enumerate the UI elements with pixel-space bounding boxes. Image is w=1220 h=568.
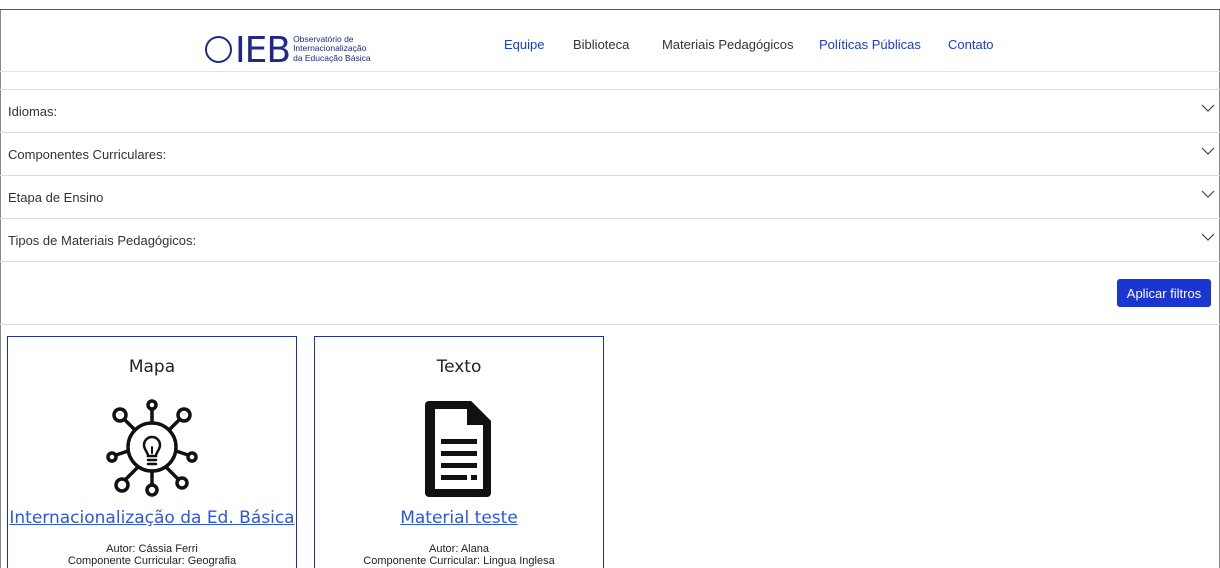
logo-text-line3: da Educação Básica [293,52,371,63]
filter-label: Componentes Curriculares: [8,147,167,162]
card-author: Autor: Cássia Ferri [106,543,198,555]
results-divider [0,324,1220,325]
site-header: IEB Observatório de Internacionalização … [0,10,1220,72]
filter-idiomas[interactable]: Idiomas: [0,89,1220,132]
document-icon [425,401,491,497]
filter-label: Idiomas: [8,104,58,119]
card-author: Autor: Alana [429,543,489,555]
nav-politicas-publicas[interactable]: Políticas Públicas [819,37,921,52]
nav-contato[interactable]: Contato [948,37,994,52]
top-edge [0,0,1220,10]
filter-tipos-de-materiais[interactable]: Tipos de Materiais Pedagógicos: [0,218,1220,261]
card-meta: Autor: Cássia Ferri Componente Curricula… [8,543,296,567]
material-title-link[interactable]: Internacionalização da Ed. Básica [8,508,296,528]
chevron-down-icon [1201,233,1215,241]
card-component: Componente Curricular: Geografia [67,555,237,567]
nav-materiais-pedagogicos[interactable]: Materiais Pedagógicos [662,37,794,52]
filter-label: Etapa de Ensino [8,190,104,205]
chevron-down-icon [1201,147,1215,155]
card-type: Texto [436,357,482,377]
lightbulb-network-icon [106,399,198,497]
logo-text: Observatório de Internacionalização da E… [293,34,371,64]
filter-componentes-curriculares[interactable]: Componentes Curriculares: [0,132,1220,175]
logo-ring-icon [205,35,232,63]
filter-etapa-de-ensino[interactable]: Etapa de Ensino [0,175,1220,218]
card-type: Mapa [128,357,176,377]
filter-label: Tipos de Materiais Pedagógicos: [8,233,197,248]
chevron-down-icon [1201,190,1215,198]
logo-letters: IEB [235,30,291,71]
nav-biblioteca[interactable]: Biblioteca [573,37,629,52]
chevron-down-icon [1201,104,1215,112]
material-card: Mapa Internacionalização da Ed. Básica A… [7,336,297,568]
material-card: Texto Material teste Autor: Alana Compon… [314,336,604,568]
filters-accordion: Idiomas: Componentes Curriculares: Etapa… [0,89,1220,262]
apply-filters-button[interactable]: Aplicar filtros [1117,279,1211,307]
site-logo[interactable]: IEB Observatório de Internacionalização … [205,33,371,69]
nav-equipe[interactable]: Equipe [504,37,544,52]
card-meta: Autor: Alana Componente Curricular: Ling… [315,543,603,567]
card-component: Componente Curricular: Lingua Inglesa [363,555,555,567]
filters-bottom-border [0,261,1220,262]
logo-mark: IEB [205,30,291,71]
material-title-link[interactable]: Material teste [315,508,603,528]
